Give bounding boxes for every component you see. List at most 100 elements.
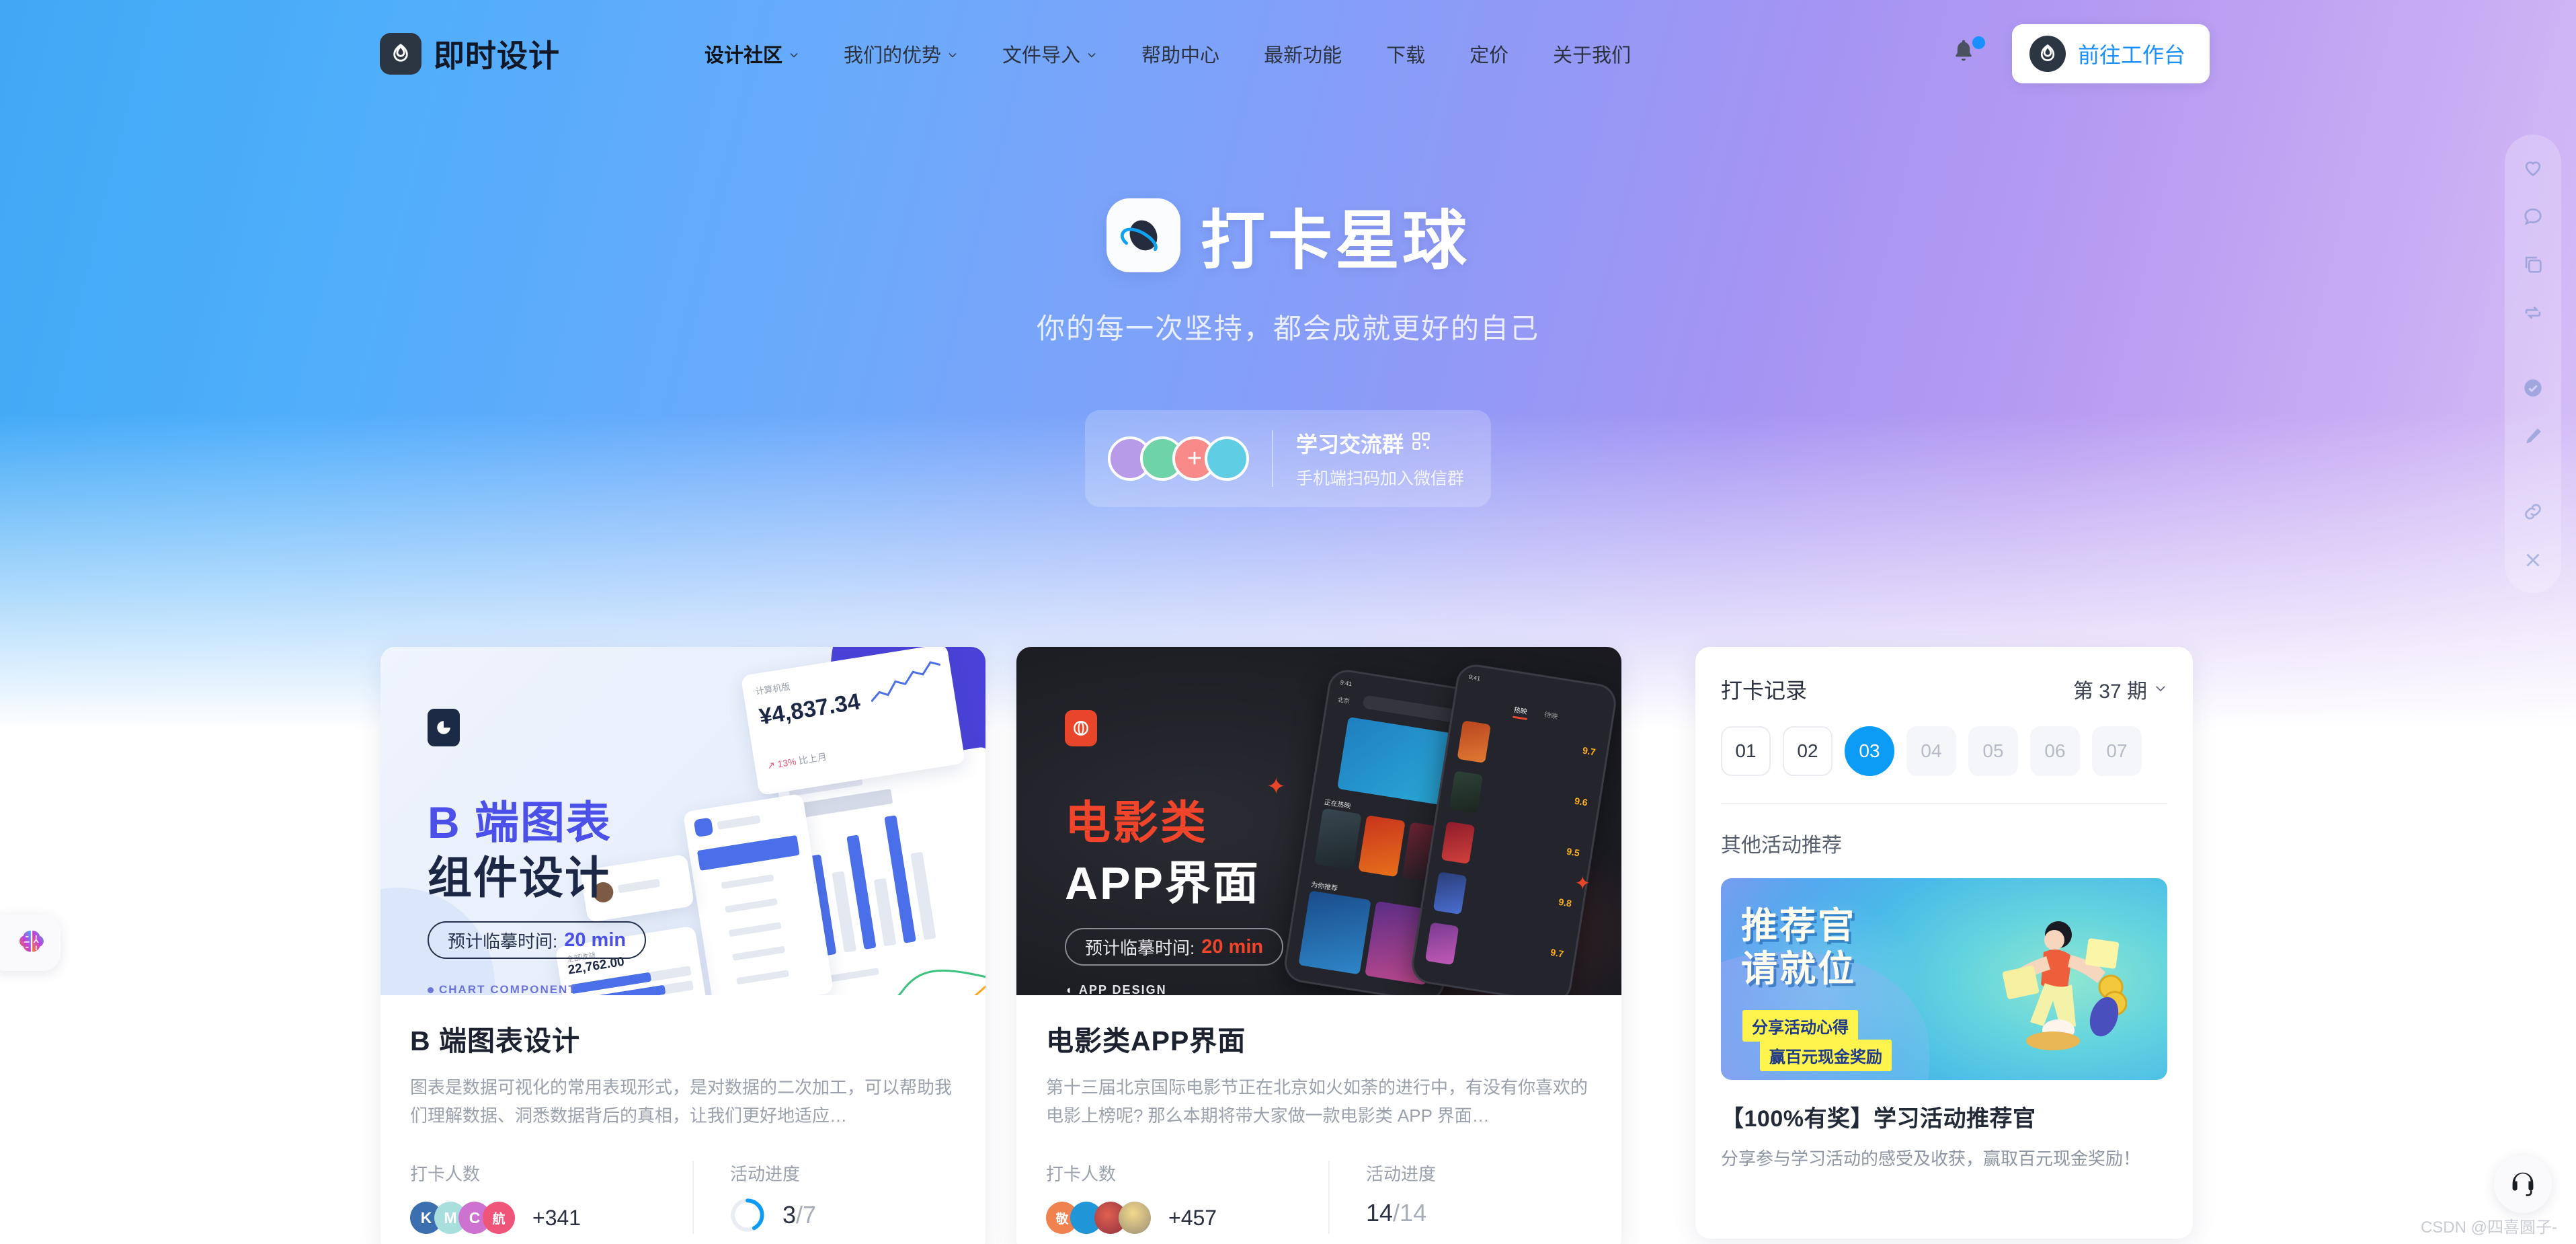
participants-stat: 打卡人数 K M C 航 +341 [410, 1161, 692, 1235]
nav-item-design-community[interactable]: 设计社区 [682, 40, 821, 68]
watermark: CSDN @四喜圆子- [2420, 1218, 2557, 1237]
film-reel-icon [1065, 710, 1097, 746]
card-cover-image: 9:41 北京 正在热映 为你推荐 9:41 热映 待映 9.7 9.6 9.5… [1016, 647, 1621, 995]
repost-icon[interactable] [2518, 297, 2548, 328]
cover-tag-label: CHART COMPONENT [439, 983, 577, 995]
estimated-time-value: 20 min [564, 929, 627, 951]
estimated-time-value: 20 min [1201, 935, 1264, 958]
chevron-down-icon [789, 50, 799, 61]
mock-phone-time: 9:41 [1467, 673, 1481, 683]
ai-assistant-button[interactable] [0, 915, 61, 971]
page-title: 打卡星球 [1201, 205, 1470, 277]
day-cell-01[interactable]: 01 [1721, 726, 1771, 776]
estimated-time-pill: 预计临摹时间: 20 min [1065, 928, 1284, 966]
progress-stat: 活动进度 3/7 [730, 1161, 816, 1233]
nav-label: 设计社区 [705, 45, 783, 67]
card-stats: 打卡人数 K M C 航 +341 活动进度 3/7 [410, 1161, 956, 1235]
promo-banner-line-1: 推荐官 [1741, 906, 1856, 946]
mock-rating: 9.8 [1558, 896, 1573, 909]
group-badge-subtitle: 手机端扫码加入微信群 [1295, 469, 1465, 488]
promo-banner[interactable]: 推荐官 请就位 分享活动心得 赢百元现金奖励 [1721, 878, 2167, 1080]
day-cell-05[interactable]: 05 [1968, 726, 2018, 776]
day-cell-03[interactable]: 03 [1845, 726, 1894, 776]
bullet-icon [428, 986, 434, 993]
nav-item-help-center[interactable]: 帮助中心 [1119, 40, 1242, 68]
group-badge-title-row: 学习交流群 [1296, 428, 1464, 459]
chevron-down-icon [1086, 50, 1097, 61]
decor-sparkle-icon: ✦ [1574, 873, 1591, 894]
promo-title: 【100%有奖】学习活动推荐官 [1721, 1106, 2036, 1132]
mock-phone-time: 9:41 [1340, 678, 1353, 688]
nav-item-pricing[interactable]: 定价 [1447, 40, 1531, 68]
heart-icon[interactable] [2518, 152, 2548, 183]
activity-card-grid: 计算机版 ¥4,837.34 ↗ 13% 比上月 全部收益 22,762.00 … [380, 647, 1621, 1244]
participants-label: 打卡人数 [1046, 1164, 1117, 1185]
customer-support-button[interactable] [2494, 1155, 2552, 1213]
share-action-rail [2505, 134, 2561, 593]
link-icon[interactable] [2518, 496, 2548, 527]
mock-rating: 9.5 [1566, 845, 1580, 859]
participant-avatars: K M C 航 [410, 1202, 515, 1235]
card-title: 电影类APP界面 [1046, 1025, 1246, 1056]
divider [1328, 1161, 1330, 1235]
day-cell-06[interactable]: 06 [2030, 726, 2080, 776]
bullet-icon: ◖ [1065, 983, 1074, 995]
promo-banner-line-2: 请就位 [1741, 949, 1856, 989]
promo-description: 分享参与学习活动的感受及收获，赢取百元现金奖励！ [1721, 1149, 2141, 1169]
decor-sparkle-icon: ✦ [1266, 774, 1286, 800]
nav-item-about-us[interactable]: 关于我们 [1531, 40, 1653, 68]
divider [1721, 803, 2167, 804]
day-cell-04[interactable]: 04 [1906, 726, 1956, 776]
cover-tag: ◖ APP DESIGN [1065, 983, 1167, 995]
promo-chip-1: 分享活动心得 [1742, 1010, 1858, 1042]
study-group-badge[interactable]: + 学习交流群 手机端扫码加入微信群 [1084, 410, 1492, 507]
day-cell-02[interactable]: 02 [1783, 726, 1833, 776]
close-icon[interactable] [2518, 545, 2548, 576]
progress-text: 3/7 [782, 1201, 816, 1229]
participants-count: +341 [532, 1205, 581, 1230]
nav-item-file-import[interactable]: 文件导入 [980, 40, 1119, 68]
participants-row: 敬 +457 [1046, 1202, 1328, 1235]
mock-tab: 热映 [1513, 706, 1528, 716]
period-selector[interactable]: 第 37 期 [2073, 674, 2167, 704]
activity-card[interactable]: 9:41 北京 正在热映 为你推荐 9:41 热映 待映 9.7 9.6 9.5… [1016, 647, 1621, 1244]
go-to-workspace-button[interactable]: 前往工作台 [2011, 24, 2210, 83]
comment-icon[interactable] [2518, 200, 2548, 231]
qr-code-icon [1412, 431, 1431, 456]
chevron-down-icon [2154, 678, 2167, 701]
copy-icon[interactable] [2518, 249, 2548, 280]
hero-section: 打卡星球 你的每一次坚持，都会成就更好的自己 [0, 188, 2576, 347]
mock-rating: 9.6 [1574, 795, 1588, 808]
cover-headline-2: APP界面 [1065, 858, 1260, 909]
cover-headline-2: 组件设计 [428, 853, 610, 902]
day-cell-07[interactable]: 07 [2092, 726, 2142, 776]
mock-phone-city: 北京 [1337, 696, 1351, 705]
group-badge-text: 学习交流群 手机端扫码加入微信群 [1296, 428, 1464, 490]
nav-item-new-features[interactable]: 最新功能 [1242, 40, 1364, 68]
day-list: 01 02 03 04 05 06 07 [1721, 726, 2167, 776]
panel-header: 打卡记录 第 37 期 [1721, 674, 2167, 705]
checkin-record-panel: 打卡记录 第 37 期 01 02 03 04 05 06 07 其他活动推荐 … [1695, 647, 2193, 1239]
card-description: 图表是数据可视化的常用表现形式，是对数据的二次加工，可以帮助我们理解数据、洞悉数… [410, 1077, 953, 1126]
progress-stat: 活动进度 14/14 [1366, 1161, 1436, 1227]
cover-tag-label: APP DESIGN [1078, 983, 1167, 995]
nav-item-our-advantages[interactable]: 我们的优势 [821, 40, 980, 68]
nav-label: 我们的优势 [844, 45, 942, 67]
avatar-plus-label: + [1186, 444, 1203, 473]
divider [1271, 430, 1273, 487]
group-badge-title: 学习交流群 [1295, 432, 1404, 457]
nav-item-download[interactable]: 下载 [1364, 40, 1447, 68]
notification-bell-icon[interactable] [1949, 36, 1985, 71]
activity-card[interactable]: 计算机版 ¥4,837.34 ↗ 13% 比上月 全部收益 22,762.00 … [380, 647, 985, 1244]
flame-logo-icon [380, 33, 421, 75]
check-circle-icon[interactable] [2518, 373, 2548, 403]
group-avatars: + [1107, 436, 1249, 481]
pie-chart-icon [428, 709, 460, 746]
participants-label: 打卡人数 [410, 1164, 481, 1185]
nav-label: 下载 [1386, 45, 1426, 67]
pen-icon[interactable] [2518, 421, 2548, 452]
period-label: 第 37 期 [2072, 681, 2147, 703]
progress-current: 14 [1366, 1199, 1394, 1227]
brand[interactable]: 即时设计 [380, 32, 560, 76]
mock-rating: 9.7 [1549, 946, 1565, 960]
